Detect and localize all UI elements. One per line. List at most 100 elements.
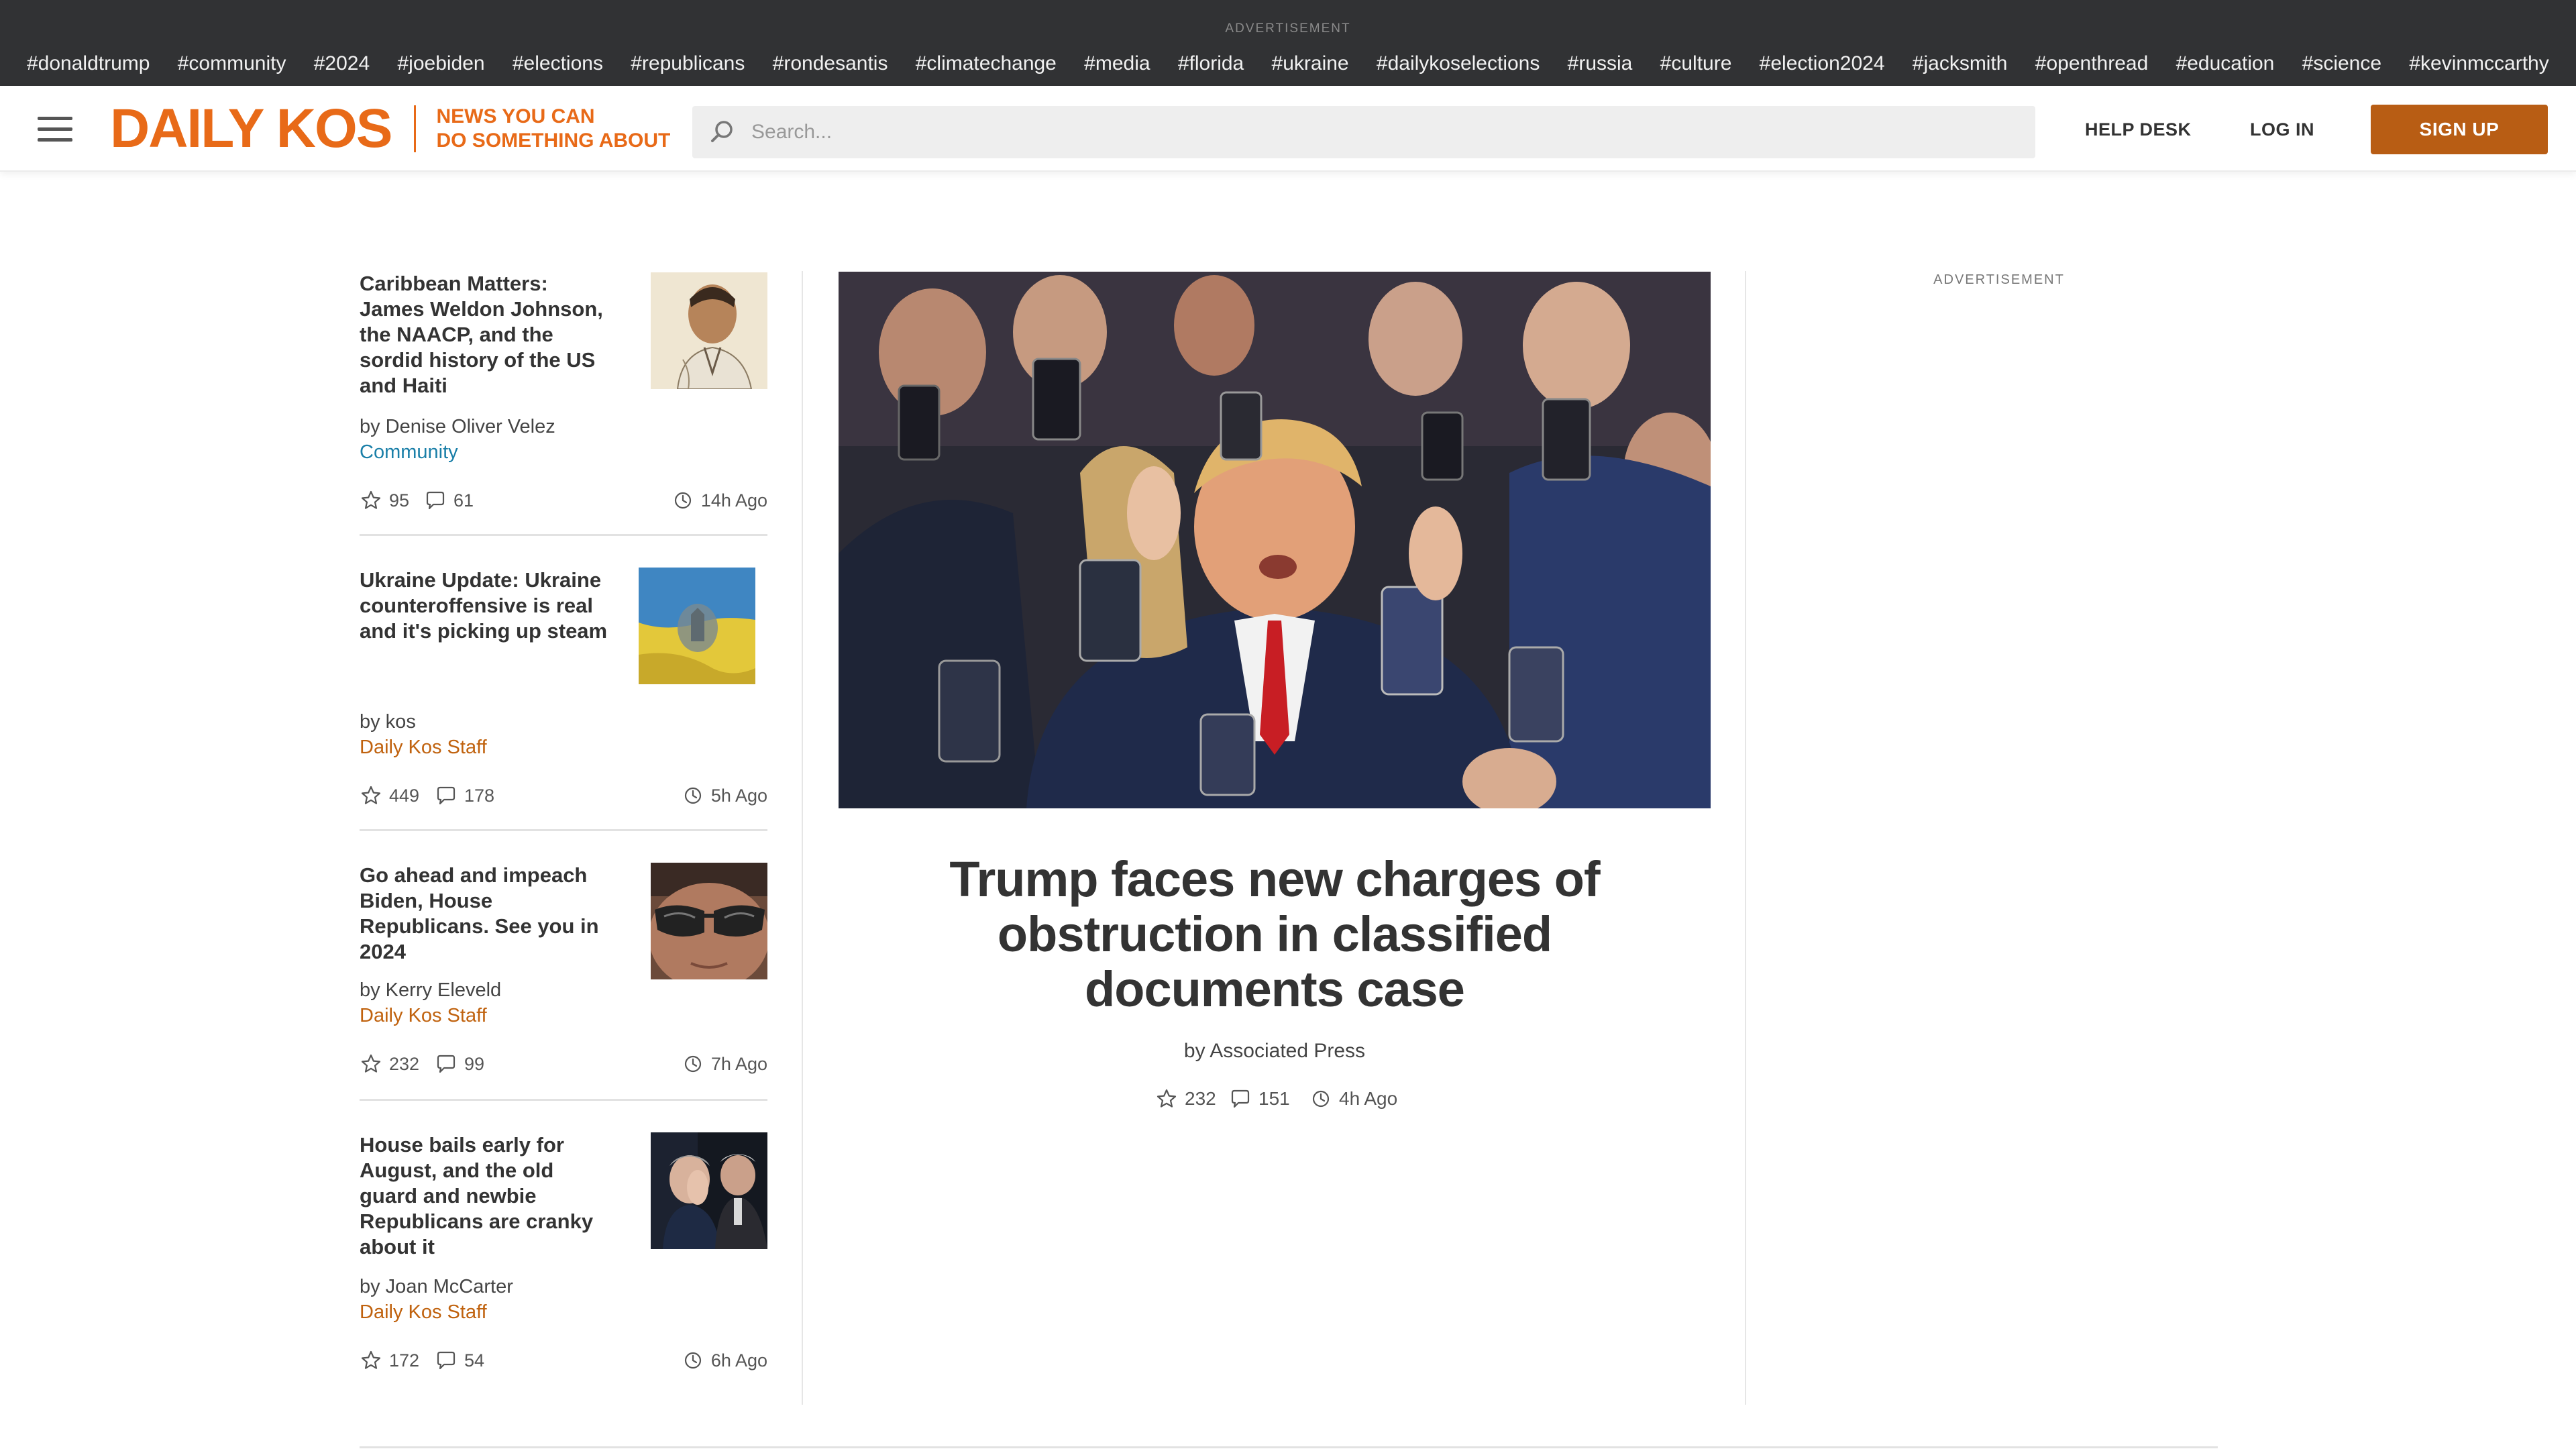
tag-link[interactable]: #elections xyxy=(513,52,603,75)
recommend-count[interactable]: 172 xyxy=(360,1347,419,1374)
story-thumbnail[interactable] xyxy=(651,1132,767,1249)
featured-author: by Associated Press xyxy=(1183,1040,1366,1062)
story-title[interactable]: Go ahead and impeach Biden, House Republ… xyxy=(360,863,614,965)
story-meta: 232 99 7h Ago xyxy=(360,1051,767,1077)
tag-link[interactable]: #culture xyxy=(1660,52,1732,75)
tag-link[interactable]: #openthread xyxy=(2035,52,2149,75)
star-icon xyxy=(361,1054,381,1073)
tag-link[interactable]: #election2024 xyxy=(1760,52,1885,75)
help-desk-link[interactable]: HELP DESK xyxy=(2085,119,2192,140)
tag-link[interactable]: #donaldtrump xyxy=(27,52,150,75)
story-category-link[interactable]: Daily Kos Staff xyxy=(360,1005,487,1027)
search-bar[interactable] xyxy=(692,106,2035,158)
star-icon xyxy=(361,786,381,804)
star-icon xyxy=(361,490,381,509)
time-value: 6h Ago xyxy=(710,1350,767,1371)
comment-value: 54 xyxy=(464,1350,485,1371)
bottom-divider xyxy=(360,1446,2218,1448)
story-divider xyxy=(360,829,767,831)
comment-value: 61 xyxy=(453,490,474,511)
logo-wordmark: DAILY KOS xyxy=(110,98,392,159)
comment-icon xyxy=(437,1351,455,1370)
search-input[interactable] xyxy=(751,121,1959,144)
tag-link[interactable]: #science xyxy=(2302,52,2381,75)
clock-icon xyxy=(1312,1090,1330,1108)
tag-link[interactable]: #joebiden xyxy=(397,52,484,75)
top-ad-label: ADVERTISEMENT xyxy=(1225,21,1351,36)
story-thumbnail[interactable] xyxy=(651,863,767,979)
clock-icon xyxy=(684,1352,702,1369)
story-category-link[interactable]: Community xyxy=(360,441,458,464)
story-category-link[interactable]: Daily Kos Staff xyxy=(360,737,487,759)
recommend-count[interactable]: 232 xyxy=(360,1051,419,1077)
recommend-value: 232 xyxy=(1185,1088,1216,1109)
story-divider xyxy=(360,534,767,536)
comment-value: 178 xyxy=(464,785,495,806)
story-author: by Kerry Eleveld xyxy=(360,979,502,1001)
recommend-count[interactable]: 95 xyxy=(360,487,409,514)
story-title[interactable]: House bails early for August, and the ol… xyxy=(360,1132,614,1260)
frustrated-politician-image xyxy=(651,1132,767,1249)
tag-link[interactable]: #ukraine xyxy=(1272,52,1349,75)
logo-tagline: NEWS YOU CAN DO SOMETHING ABOUT xyxy=(436,105,670,153)
story-thumbnail[interactable] xyxy=(639,568,755,684)
story-title[interactable]: Caribbean Matters: James Weldon Johnson,… xyxy=(360,271,614,398)
featured-title[interactable]: Trump faces new charges of obstruction i… xyxy=(892,852,1657,1017)
comment-icon xyxy=(1231,1089,1250,1108)
comment-icon xyxy=(437,786,455,805)
recommend-count[interactable]: 232 xyxy=(1155,1085,1216,1112)
story-author: by Joan McCarter xyxy=(360,1276,513,1297)
comment-count[interactable]: 54 xyxy=(435,1347,484,1374)
clock-icon xyxy=(674,492,691,509)
tag-link[interactable]: #florida xyxy=(1178,52,1244,75)
comment-count[interactable]: 151 xyxy=(1229,1085,1290,1112)
search-icon xyxy=(711,121,733,142)
comment-count[interactable]: 178 xyxy=(435,782,494,809)
featured-meta: 232 151 4h Ago xyxy=(1155,1085,1424,1112)
tag-link[interactable]: #education xyxy=(2176,52,2275,75)
tag-link[interactable]: #climatechange xyxy=(916,52,1057,75)
comment-icon xyxy=(437,1055,455,1073)
story-card[interactable]: Caribbean Matters: James Weldon Johnson,… xyxy=(360,271,767,519)
tag-link[interactable]: #2024 xyxy=(314,52,370,75)
tag-link[interactable]: #media xyxy=(1084,52,1150,75)
sign-up-button[interactable]: SIGN UP xyxy=(2371,105,2548,154)
site-logo[interactable]: DAILY KOS NEWS YOU CAN DO SOMETHING ABOU… xyxy=(110,98,670,159)
tagline-line-2: DO SOMETHING ABOUT xyxy=(436,129,671,152)
tag-link[interactable]: #rondesantis xyxy=(773,52,888,75)
story-author: by Denise Oliver Velez xyxy=(360,416,555,437)
recommend-count[interactable]: 449 xyxy=(360,782,419,809)
ukraine-flag-image xyxy=(639,568,755,684)
tag-link[interactable]: #russia xyxy=(1568,52,1633,75)
story-time: 14h Ago xyxy=(672,487,767,514)
story-title[interactable]: Ukraine Update: Ukraine counteroffensive… xyxy=(360,568,614,644)
story-time: 7h Ago xyxy=(682,1051,767,1077)
featured-image[interactable] xyxy=(839,272,1711,808)
portrait-sketch-image xyxy=(651,272,767,389)
trending-tags-bar: ADVERTISEMENT #donaldtrump #community #2… xyxy=(0,0,2576,86)
story-card[interactable]: Go ahead and impeach Biden, House Republ… xyxy=(360,863,767,1084)
story-meta: 95 61 14h Ago xyxy=(360,487,767,514)
story-category-link[interactable]: Daily Kos Staff xyxy=(360,1301,487,1324)
story-thumbnail[interactable] xyxy=(651,272,767,389)
story-card[interactable]: Ukraine Update: Ukraine counteroffensive… xyxy=(360,568,767,816)
sidebar-ad-label: ADVERTISEMENT xyxy=(1933,272,2065,287)
tag-link[interactable]: #jacksmith xyxy=(1913,52,2008,75)
story-meta: 449 178 5h Ago xyxy=(360,782,767,809)
tag-link[interactable]: #community xyxy=(178,52,286,75)
story-meta: 172 54 6h Ago xyxy=(360,1347,767,1374)
story-card[interactable]: House bails early for August, and the ol… xyxy=(360,1132,767,1381)
tag-link[interactable]: #republicans xyxy=(631,52,745,75)
recommend-value: 172 xyxy=(389,1350,420,1371)
comment-count[interactable]: 61 xyxy=(424,487,474,514)
time-value: 7h Ago xyxy=(710,1053,767,1074)
comment-count[interactable]: 99 xyxy=(435,1051,484,1077)
comment-value: 151 xyxy=(1258,1088,1290,1109)
recommend-value: 95 xyxy=(389,490,410,511)
time-value: 14h Ago xyxy=(700,490,767,511)
menu-icon[interactable] xyxy=(38,117,72,142)
tag-link[interactable]: #kevinmccarthy xyxy=(2409,52,2548,75)
site-header: DAILY KOS NEWS YOU CAN DO SOMETHING ABOU… xyxy=(0,86,2576,172)
log-in-link[interactable]: LOG IN xyxy=(2250,119,2314,140)
tag-link[interactable]: #dailykoselections xyxy=(1377,52,1540,75)
